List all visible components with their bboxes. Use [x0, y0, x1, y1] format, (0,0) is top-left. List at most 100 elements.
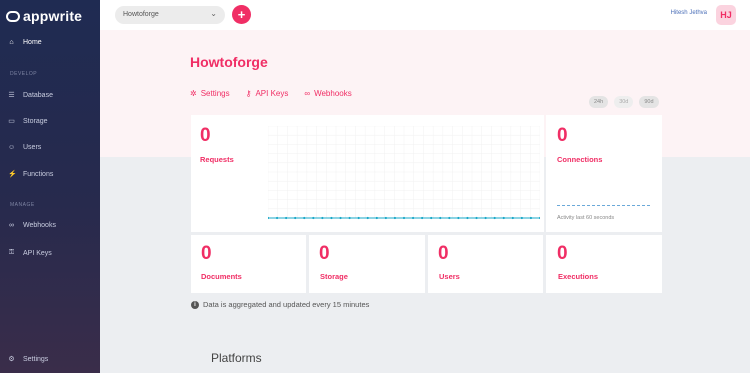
project-selector[interactable]: Howtoforge ⌄	[115, 6, 225, 24]
sidebar-item-label: Database	[23, 91, 53, 99]
range-selector: 24h 30d 90d	[589, 96, 659, 108]
home-icon: ⌂	[9, 39, 14, 46]
range-90d-button[interactable]: 90d	[639, 96, 659, 108]
requests-data-point	[393, 216, 397, 220]
connections-sparkline	[557, 205, 650, 206]
requests-data-point	[303, 216, 306, 220]
requests-data-point	[448, 216, 451, 220]
requests-data-point	[312, 216, 315, 220]
appwrite-logo-icon	[6, 10, 20, 22]
requests-data-point	[493, 216, 496, 220]
requests-data-point	[529, 216, 533, 220]
sidebar-item-label: Settings	[23, 355, 49, 363]
requests-data-point	[475, 216, 478, 220]
project-selector-value: Howtoforge	[123, 11, 159, 18]
executions-label: Executions	[558, 272, 599, 281]
storage-label: Storage	[320, 272, 348, 281]
requests-data-point	[348, 216, 351, 220]
key-icon: ⚷	[245, 89, 252, 98]
connections-activity-note: Activity last 60 seconds	[557, 215, 615, 221]
sidebar-section-develop: DEVELOP	[10, 71, 38, 77]
sidebar-item-settings[interactable]: ⚙ Settings	[8, 355, 49, 364]
requests-data-point	[511, 216, 514, 220]
tab-label: API Keys	[255, 89, 289, 98]
chevron-down-icon: ⌄	[210, 9, 217, 18]
requests-data-point	[366, 216, 369, 220]
appwrite-logo[interactable]: appwrite	[6, 8, 82, 24]
requests-data-point	[439, 216, 442, 220]
sidebar-item-label: Webhooks	[23, 222, 56, 229]
requests-data-point	[502, 216, 505, 220]
sidebar-item-api-keys[interactable]: ⚿ API Keys	[8, 249, 52, 257]
requests-data-point	[339, 216, 342, 220]
requests-data-point	[411, 216, 415, 220]
documents-label: Documents	[201, 272, 242, 281]
requests-data-point	[421, 216, 424, 220]
requests-data-point	[520, 216, 523, 220]
sidebar: appwrite ⌂ Home DEVELOP ☰ Database ▭ Sto…	[0, 0, 100, 373]
requests-label: Requests	[200, 155, 234, 164]
executions-count: 0	[557, 243, 568, 264]
users-count: 0	[438, 243, 449, 264]
requests-data-point	[294, 216, 297, 220]
tab-webhooks[interactable]: ∞ Webhooks	[304, 89, 351, 98]
range-24h-button[interactable]: 24h	[589, 96, 609, 108]
aggregation-note: i Data is aggregated and updated every 1…	[191, 300, 369, 309]
requests-data-point	[384, 216, 387, 220]
tab-label: Webhooks	[314, 89, 352, 98]
add-project-button[interactable]: +	[232, 5, 251, 24]
requests-data-point	[484, 216, 487, 220]
project-tabs: ✲ Settings ⚷ API Keys ∞ Webhooks	[190, 89, 352, 98]
requests-data-point	[430, 216, 433, 220]
page-title: Howtoforge	[190, 54, 268, 70]
gear-icon: ⚙	[8, 356, 15, 363]
user-name[interactable]: Hitesh Jethva	[671, 10, 707, 16]
sidebar-item-label: Users	[23, 144, 42, 151]
requests-data-point	[538, 216, 540, 220]
tab-settings[interactable]: ✲ Settings	[190, 89, 230, 98]
link-icon: ∞	[9, 222, 14, 229]
tab-label: Settings	[200, 89, 230, 98]
platforms-heading: Platforms	[211, 351, 262, 365]
requests-data-point	[285, 216, 288, 220]
brand-name: appwrite	[23, 8, 83, 24]
requests-data-point	[402, 216, 406, 220]
sidebar-item-home[interactable]: ⌂ Home	[8, 39, 42, 46]
topbar: Howtoforge ⌄ + Hitesh Jethva HJ	[100, 0, 750, 30]
gear-icon: ✲	[190, 89, 197, 98]
link-icon: ∞	[304, 89, 311, 98]
requests-data-point	[466, 216, 469, 220]
tab-api-keys[interactable]: ⚷ API Keys	[246, 89, 289, 98]
connections-count: 0	[557, 125, 568, 146]
sidebar-item-label: Functions	[23, 170, 54, 178]
info-icon: i	[191, 300, 199, 309]
documents-count: 0	[201, 243, 212, 264]
aggregation-note-text: Data is aggregated and updated every 15 …	[203, 300, 370, 309]
sidebar-item-storage[interactable]: ▭ Storage	[8, 117, 48, 126]
requests-data-point	[357, 216, 360, 220]
users-icon: ☺	[8, 144, 16, 151]
users-label: Users	[439, 272, 460, 281]
requests-data-point	[375, 216, 378, 220]
range-30d-button[interactable]: 30d	[614, 96, 634, 108]
requests-data-point	[275, 216, 279, 220]
sidebar-item-webhooks[interactable]: ∞ Webhooks	[8, 222, 56, 229]
avatar[interactable]: HJ	[716, 5, 736, 25]
sidebar-section-manage: MANAGE	[10, 202, 35, 208]
requests-data-point	[457, 216, 460, 220]
requests-count: 0	[200, 125, 211, 146]
storage-count: 0	[319, 243, 330, 264]
lightning-icon: ⚡	[8, 171, 17, 178]
sidebar-item-users[interactable]: ☺ Users	[8, 144, 41, 151]
sidebar-item-label: API Keys	[23, 249, 52, 257]
requests-data-point	[268, 216, 270, 220]
requests-data-point	[330, 216, 333, 220]
requests-chart	[268, 126, 540, 220]
sidebar-item-label: Storage	[23, 117, 48, 125]
requests-data-point	[321, 216, 324, 220]
sidebar-item-label: Home	[23, 39, 42, 46]
database-icon: ☰	[8, 92, 15, 99]
sidebar-item-functions[interactable]: ⚡ Functions	[8, 170, 54, 179]
storage-icon: ▭	[8, 118, 15, 125]
sidebar-item-database[interactable]: ☰ Database	[8, 91, 53, 100]
